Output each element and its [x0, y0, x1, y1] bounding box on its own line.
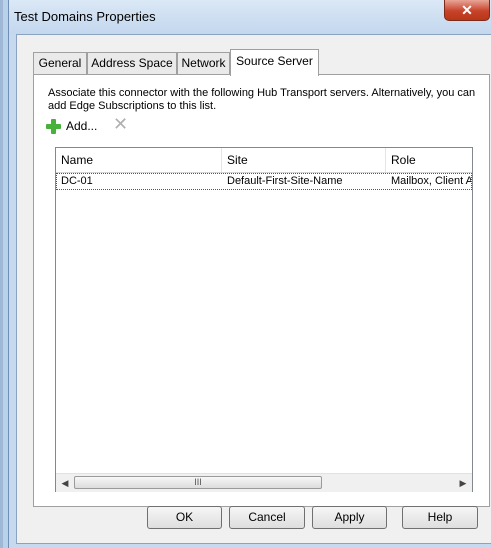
window-title: Test Domains Properties [14, 9, 156, 24]
ok-button[interactable]: OK [147, 506, 222, 529]
plus-icon [46, 118, 61, 134]
column-header-site[interactable]: Site [222, 148, 385, 172]
tab-source-server[interactable]: Source Server [230, 49, 319, 76]
cancel-button[interactable]: Cancel [229, 506, 305, 529]
tab-address-space[interactable]: Address Space [87, 52, 177, 74]
close-icon: ✕ [461, 2, 473, 18]
scroll-left-arrow-icon[interactable]: ◀ [57, 476, 73, 490]
list-row[interactable]: DC-01 Default-First-Site-Name Mailbox, C… [56, 173, 472, 190]
dialog-client-area: General Address Space Network Source Ser… [16, 34, 491, 544]
list-header: Name Site Role [56, 148, 472, 173]
tab-network[interactable]: Network [177, 52, 230, 74]
scroll-right-arrow-icon[interactable]: ▶ [455, 476, 471, 490]
background-window-edge [0, 0, 8, 548]
cell-role: Mailbox, Client A [391, 175, 471, 187]
cell-site: Default-First-Site-Name [227, 175, 343, 187]
add-button-label: Add... [66, 119, 98, 133]
apply-button[interactable]: Apply [312, 506, 387, 529]
help-button[interactable]: Help [402, 506, 478, 529]
properties-dialog: Test Domains Properties ✕ General Addres… [8, 0, 491, 548]
title-bar[interactable]: Test Domains Properties ✕ [9, 0, 491, 34]
source-server-panel: Associate this connector with the follow… [33, 74, 490, 507]
scrollbar-thumb[interactable]: III [74, 476, 322, 489]
source-server-list[interactable]: Name Site Role DC-01 Default-First-Site-… [55, 147, 473, 492]
remove-icon[interactable]: ✕ [113, 115, 131, 133]
cell-name: DC-01 [61, 175, 93, 187]
column-header-role[interactable]: Role [386, 148, 472, 172]
column-header-name[interactable]: Name [56, 148, 221, 172]
scrollbar-grip-icon: III [194, 477, 202, 487]
add-button[interactable]: Add... [46, 117, 97, 135]
close-button[interactable]: ✕ [444, 0, 490, 21]
panel-description: Associate this connector with the follow… [48, 87, 476, 112]
horizontal-scrollbar[interactable]: ◀ III ▶ [56, 473, 472, 492]
tab-general[interactable]: General [33, 52, 87, 74]
